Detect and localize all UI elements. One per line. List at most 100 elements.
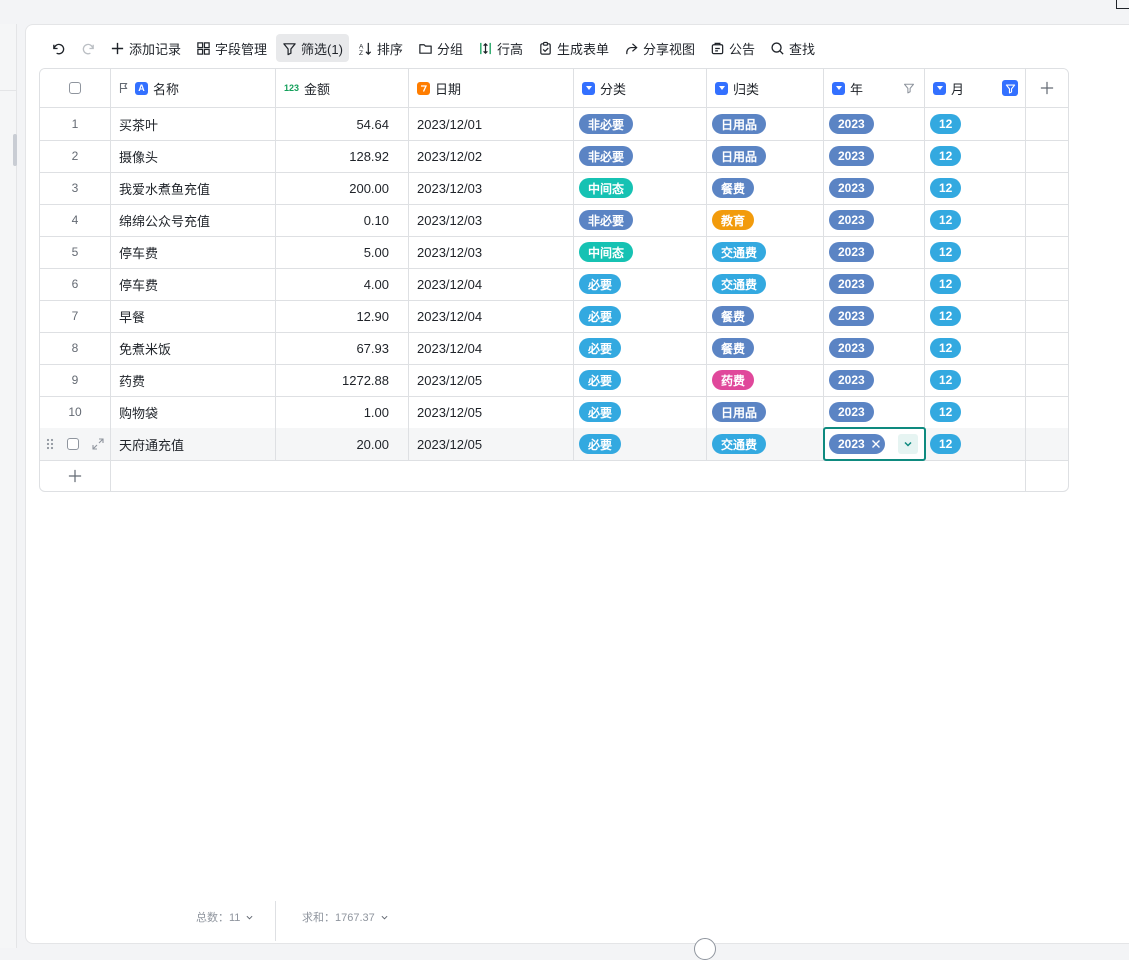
select-all-checkbox[interactable] [69, 82, 81, 94]
row-index-cell[interactable]: 4 [40, 204, 111, 236]
month-cell[interactable]: 12 [925, 204, 1026, 236]
table-row[interactable]: 1 买茶叶 54.64 2023/12/01 非必要 日用品 2023 12 [40, 108, 1068, 141]
row-index-cell[interactable]: 8 [40, 332, 111, 364]
column-header-name[interactable]: A 名称 [111, 69, 276, 107]
table-row[interactable]: 天府通充值 20.00 2023/12/05 必要 交通费 2023 12 [40, 427, 1068, 461]
category-cell[interactable]: 必要 [574, 364, 707, 396]
classify-cell[interactable]: 交通费 [707, 428, 824, 460]
filter-button[interactable]: 筛选(1) [276, 34, 349, 62]
category-cell[interactable]: 非必要 [574, 140, 707, 172]
row-index-cell[interactable]: 6 [40, 268, 111, 300]
name-cell[interactable]: 药费 [111, 364, 276, 396]
column-header-year[interactable]: 年 [824, 69, 925, 107]
date-cell[interactable]: 2023/12/04 [409, 300, 574, 332]
year-cell[interactable]: 2023 [824, 332, 925, 364]
name-cell[interactable]: 免煮米饭 [111, 332, 276, 364]
row-index-cell[interactable] [40, 428, 111, 460]
year-cell[interactable]: 2023 [824, 108, 925, 140]
classify-cell[interactable]: 交通费 [707, 268, 824, 300]
amount-cell[interactable]: 54.64 [276, 108, 409, 140]
classify-cell[interactable]: 交通费 [707, 236, 824, 268]
date-cell[interactable]: 2023/12/05 [409, 428, 574, 460]
column-header-category[interactable]: 分类 [574, 69, 707, 107]
group-button[interactable]: 分组 [412, 34, 469, 62]
table-row[interactable]: 9 药费 1272.88 2023/12/05 必要 药费 2023 12 [40, 364, 1068, 397]
date-cell[interactable]: 2023/12/04 [409, 332, 574, 364]
category-cell[interactable]: 中间态 [574, 236, 707, 268]
bottom-expand-handle[interactable] [694, 938, 716, 960]
drag-handle-icon[interactable] [46, 438, 54, 450]
row-index-cell[interactable]: 1 [40, 108, 111, 140]
notice-button[interactable]: 公告 [704, 34, 761, 62]
category-cell[interactable]: 非必要 [574, 204, 707, 236]
undo-button[interactable] [44, 34, 72, 62]
classify-cell[interactable]: 日用品 [707, 396, 824, 428]
year-cell[interactable]: 2023 [824, 268, 925, 300]
month-cell[interactable]: 12 [925, 108, 1026, 140]
date-cell[interactable]: 2023/12/02 [409, 140, 574, 172]
month-cell[interactable]: 12 [925, 396, 1026, 428]
table-row[interactable]: 5 停车费 5.00 2023/12/03 中间态 交通费 2023 12 [40, 236, 1068, 269]
table-row[interactable]: 8 免煮米饭 67.93 2023/12/04 必要 餐费 2023 12 [40, 332, 1068, 365]
year-cell[interactable]: 2023 [824, 204, 925, 236]
row-checkbox[interactable] [66, 438, 79, 450]
amount-cell[interactable]: 0.10 [276, 204, 409, 236]
table-row[interactable]: 4 绵绵公众号充值 0.10 2023/12/03 非必要 教育 2023 12 [40, 204, 1068, 237]
amount-cell[interactable]: 20.00 [276, 428, 409, 460]
date-cell[interactable]: 2023/12/01 [409, 108, 574, 140]
sort-button[interactable]: AZ 排序 [352, 34, 409, 62]
classify-cell[interactable]: 餐费 [707, 300, 824, 332]
month-cell[interactable]: 12 [925, 140, 1026, 172]
month-cell[interactable]: 12 [925, 300, 1026, 332]
row-index-cell[interactable]: 3 [40, 172, 111, 204]
name-cell[interactable]: 早餐 [111, 300, 276, 332]
sum-stat[interactable]: 求和：1767.37 [302, 909, 388, 925]
classify-cell[interactable]: 餐费 [707, 332, 824, 364]
redo-button[interactable] [74, 34, 102, 62]
category-cell[interactable]: 非必要 [574, 108, 707, 140]
table-row[interactable]: 2 摄像头 128.92 2023/12/02 非必要 日用品 2023 12 [40, 140, 1068, 173]
month-cell[interactable]: 12 [925, 332, 1026, 364]
name-cell[interactable]: 购物袋 [111, 396, 276, 428]
amount-cell[interactable]: 128.92 [276, 140, 409, 172]
year-cell[interactable]: 2023 [824, 172, 925, 204]
date-cell[interactable]: 2023/12/03 [409, 204, 574, 236]
amount-cell[interactable]: 67.93 [276, 332, 409, 364]
row-height-button[interactable]: 行高 [472, 34, 529, 62]
year-cell[interactable]: 2023 [823, 427, 926, 461]
name-cell[interactable]: 摄像头 [111, 140, 276, 172]
year-cell[interactable]: 2023 [824, 236, 925, 268]
share-view-button[interactable]: 分享视图 [618, 34, 701, 62]
name-cell[interactable]: 我爱水煮鱼充值 [111, 172, 276, 204]
row-index-cell[interactable]: 2 [40, 140, 111, 172]
row-index-cell[interactable]: 9 [40, 364, 111, 396]
month-cell[interactable]: 12 [925, 268, 1026, 300]
year-cell[interactable]: 2023 [824, 364, 925, 396]
date-cell[interactable]: 2023/12/05 [409, 396, 574, 428]
year-cell[interactable]: 2023 [824, 396, 925, 428]
name-cell[interactable]: 绵绵公众号充值 [111, 204, 276, 236]
amount-cell[interactable]: 4.00 [276, 268, 409, 300]
row-index-cell[interactable]: 5 [40, 236, 111, 268]
classify-cell[interactable]: 药费 [707, 364, 824, 396]
classify-cell[interactable]: 日用品 [707, 140, 824, 172]
classify-cell[interactable]: 教育 [707, 204, 824, 236]
category-cell[interactable]: 中间态 [574, 172, 707, 204]
add-column-button[interactable] [1026, 69, 1068, 107]
active-filter-icon[interactable] [1002, 80, 1018, 96]
name-cell[interactable]: 买茶叶 [111, 108, 276, 140]
year-cell[interactable]: 2023 [824, 300, 925, 332]
amount-cell[interactable]: 5.00 [276, 236, 409, 268]
table-row[interactable]: 7 早餐 12.90 2023/12/04 必要 餐费 2023 12 [40, 300, 1068, 333]
row-index-cell[interactable]: 10 [40, 396, 111, 428]
find-button[interactable]: 查找 [764, 34, 821, 62]
window-corner-icon[interactable] [1116, 0, 1129, 9]
field-manage-button[interactable]: 字段管理 [190, 34, 273, 62]
generate-form-button[interactable]: 生成表单 [532, 34, 615, 62]
column-header-month[interactable]: 月 [925, 69, 1026, 107]
add-record-button[interactable]: 添加记录 [104, 34, 187, 62]
name-cell[interactable]: 天府通充值 [111, 428, 276, 460]
classify-cell[interactable]: 日用品 [707, 108, 824, 140]
amount-cell[interactable]: 12.90 [276, 300, 409, 332]
table-row[interactable]: 10 购物袋 1.00 2023/12/05 必要 日用品 2023 12 [40, 396, 1068, 429]
